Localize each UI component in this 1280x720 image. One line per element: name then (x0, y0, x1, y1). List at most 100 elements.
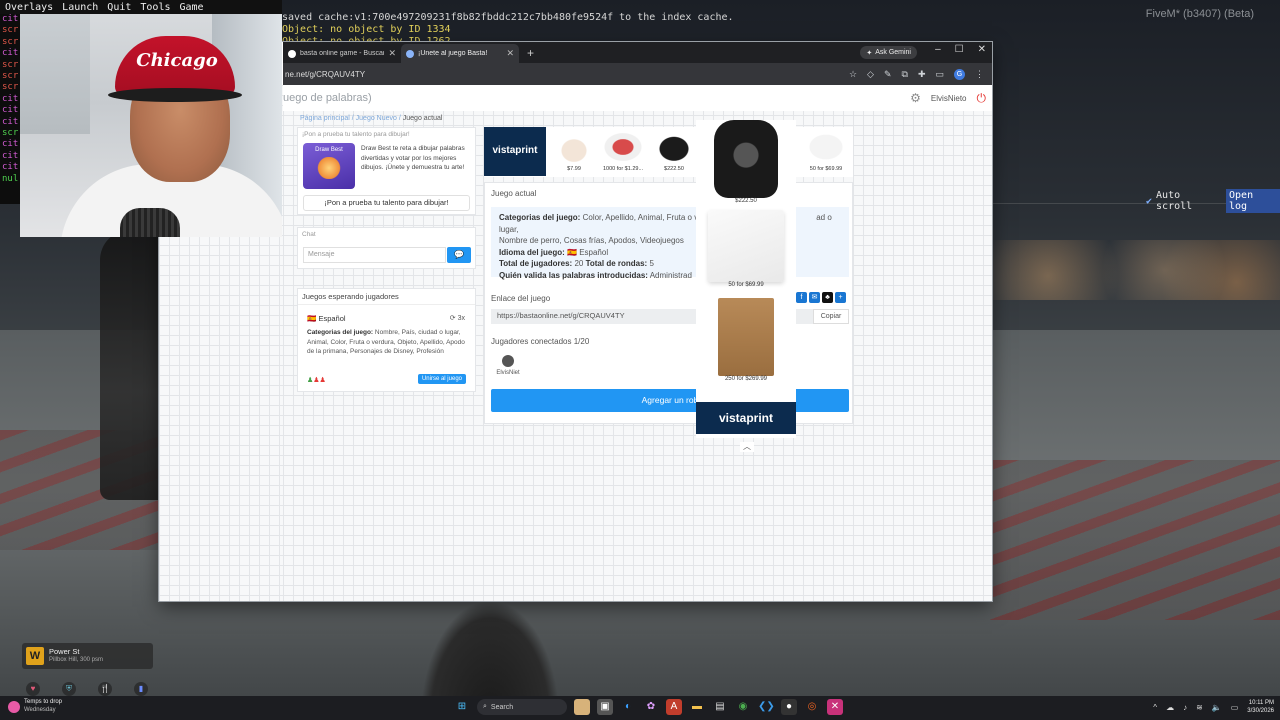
site-brand[interactable]: uego de palabras) (283, 92, 910, 104)
windows-start-icon[interactable]: ⊞ (454, 699, 470, 715)
burger-icon[interactable] (574, 699, 590, 715)
menu-overlays[interactable]: Overlays (5, 2, 53, 13)
breadcrumb-new[interactable]: Juego Nuevo (356, 115, 397, 122)
share-icon[interactable]: + (835, 292, 846, 303)
promo-image[interactable]: Draw Best (303, 143, 355, 189)
taskbar-search[interactable]: ⌕ Search (477, 699, 567, 715)
share-icon[interactable]: ♣ (822, 292, 833, 303)
ad-item[interactable]: 250 for $269.99 (698, 292, 794, 382)
battery-icon[interactable]: ▭ (1231, 703, 1239, 712)
validator-value: Administrad (649, 270, 692, 280)
checkmark-icon[interactable]: ✔ (1146, 196, 1152, 207)
ad-item[interactable]: $7.99 (550, 129, 598, 172)
close-icon[interactable]: ✕ (506, 48, 514, 59)
vscode-icon[interactable]: ❮❯ (758, 699, 775, 715)
share-icon[interactable]: f (796, 292, 807, 303)
cap-logo: Chicago (136, 50, 218, 71)
tab-search[interactable]: basta online game - Buscar con ✕ (283, 44, 401, 63)
breadcrumb-home[interactable]: Página principal (300, 115, 350, 122)
console-resource-tag: scr (2, 36, 19, 47)
vistaprint-ad-strip[interactable]: vistaprint $7.99 1000 for $1.29... $222.… (484, 127, 853, 177)
helipad-stripes-right (990, 460, 1280, 620)
chevron-up-icon[interactable]: ︿ (740, 442, 754, 452)
window-controls: – ☐ ✕ (935, 44, 986, 55)
console-resource-tag: scr (2, 71, 19, 82)
clock[interactable]: 10:11 PM 3/30/2026 (1247, 699, 1274, 715)
ad-item[interactable]: $222.50 (698, 120, 794, 204)
chrome-alt-icon[interactable]: ◎ (804, 699, 820, 715)
translate-icon[interactable]: ⧉ (902, 69, 908, 80)
username[interactable]: ElvisNieto (931, 94, 967, 103)
mic-icon[interactable]: ♪ (1183, 703, 1187, 712)
power-icon[interactable]: ⏻ (977, 91, 987, 106)
open-log-button[interactable]: Open log (1226, 189, 1280, 213)
gear-icon[interactable]: ⚙ (910, 91, 921, 105)
new-tab-button[interactable]: + (519, 44, 542, 63)
vistaprint-logo[interactable]: vistaprint (484, 127, 546, 176)
system-tray: ^ ☁ ♪ ≋ 🔈 ▭ 10:11 PM 3/30/2026 (1153, 699, 1274, 715)
promo-image-label: Draw Best (315, 147, 343, 153)
edge-icon[interactable]: ◐ (620, 699, 636, 715)
menu-tools[interactable]: Tools (140, 2, 170, 13)
share-icon[interactable]: ✉ (809, 292, 820, 303)
console-resource-tag: cit (2, 105, 19, 116)
ad-item[interactable]: $222.50 (650, 129, 698, 172)
ad-item[interactable]: 1000 for $1.29... (599, 129, 647, 172)
store-icon[interactable]: ▤ (712, 699, 728, 715)
fivem-version-label: FiveM* (b3407) (Beta) (1145, 8, 1254, 20)
minimize-icon[interactable]: – (935, 44, 941, 55)
maximize-icon[interactable]: ☐ (955, 44, 964, 55)
sidepanel-icon[interactable]: ▭ (935, 69, 944, 80)
fivem-icon[interactable]: ✕ (827, 699, 843, 715)
extension-icon[interactable]: ◇ (867, 69, 874, 80)
menu-launch[interactable]: Launch (62, 2, 98, 13)
ad-item-price: $7.99 (567, 166, 581, 172)
promo-card: ¡Pon a prueba tu talento para dibujar! D… (297, 127, 476, 215)
pin-icon[interactable]: ✎ (884, 69, 892, 80)
total-rounds-value: 5 (649, 259, 654, 268)
ad-item-price: $222.50 (664, 166, 684, 172)
star-icon[interactable]: ☆ (849, 69, 857, 80)
close-icon[interactable]: ✕ (388, 48, 396, 59)
players-icons: ♟♟♟ (307, 377, 326, 384)
health-icon: ♥ (26, 682, 40, 696)
tab-basta[interactable]: ¡Únete al juego Basta! ✕ (401, 44, 519, 63)
tab-title: basta online game - Buscar con (300, 50, 385, 57)
language-value: Español (579, 247, 609, 257)
address-bar[interactable]: ne.net/g/CRQAUV4TY (283, 70, 849, 79)
chrome-icon[interactable]: ◉ (735, 699, 751, 715)
chevron-up-icon[interactable]: ^ (1153, 703, 1157, 712)
close-window-icon[interactable]: ✕ (978, 44, 986, 55)
obs-icon[interactable]: ● (781, 699, 797, 715)
vistaprint-ad-popup[interactable]: $222.50 50 for $69.99 250 for $269.99 vi… (696, 120, 796, 452)
player-item: ElvisNiet (493, 355, 523, 376)
wifi-icon[interactable]: ≋ (1196, 703, 1203, 712)
waiting-categories: Categorias del juego: Nombre, País, ciud… (307, 328, 469, 357)
promo-header: ¡Pon a prueba tu talento para dibujar! (302, 131, 410, 138)
volume-icon[interactable]: 🔈 (1212, 703, 1222, 712)
ad-item[interactable]: 50 for $69.99 (698, 206, 794, 288)
puzzle-icon[interactable]: ✚ (918, 69, 926, 80)
menu-dots-icon[interactable]: ⋮ (975, 69, 984, 80)
promo-button[interactable]: ¡Pon a prueba tu talento para dibujar! (303, 195, 470, 211)
menu-game[interactable]: Game (180, 2, 204, 13)
current-game-card: Juego actual Categorias del juego: Color… (484, 182, 853, 424)
join-game-button[interactable]: Unirse al juego (417, 374, 466, 384)
chat-input[interactable]: Mensaje (303, 247, 446, 263)
copilot-icon[interactable]: ✿ (643, 699, 659, 715)
weather-widget[interactable]: Temps to drop Wednesday (8, 699, 62, 714)
folder-icon[interactable]: ▬ (689, 699, 705, 715)
waiting-count: ⟳ 3x (449, 315, 465, 322)
menu-quit[interactable]: Quit (107, 2, 131, 13)
vistaprint-logo[interactable]: vistaprint (696, 402, 796, 434)
ask-gemini-button[interactable]: ✦ Ask Gemini (860, 46, 917, 59)
send-message-button[interactable]: 💬 (447, 247, 471, 263)
copy-button[interactable]: Copiar (813, 309, 849, 324)
ad-item[interactable]: 50 for $69.99 (802, 129, 850, 172)
taskview-icon[interactable]: ▣ (597, 699, 613, 715)
profile-avatar[interactable]: G (954, 68, 965, 80)
tray-icon[interactable]: ☁ (1166, 703, 1174, 712)
autoscroll-label[interactable]: Auto scroll (1156, 190, 1222, 212)
app-icon[interactable]: A (666, 699, 682, 715)
bag-image (708, 210, 784, 282)
